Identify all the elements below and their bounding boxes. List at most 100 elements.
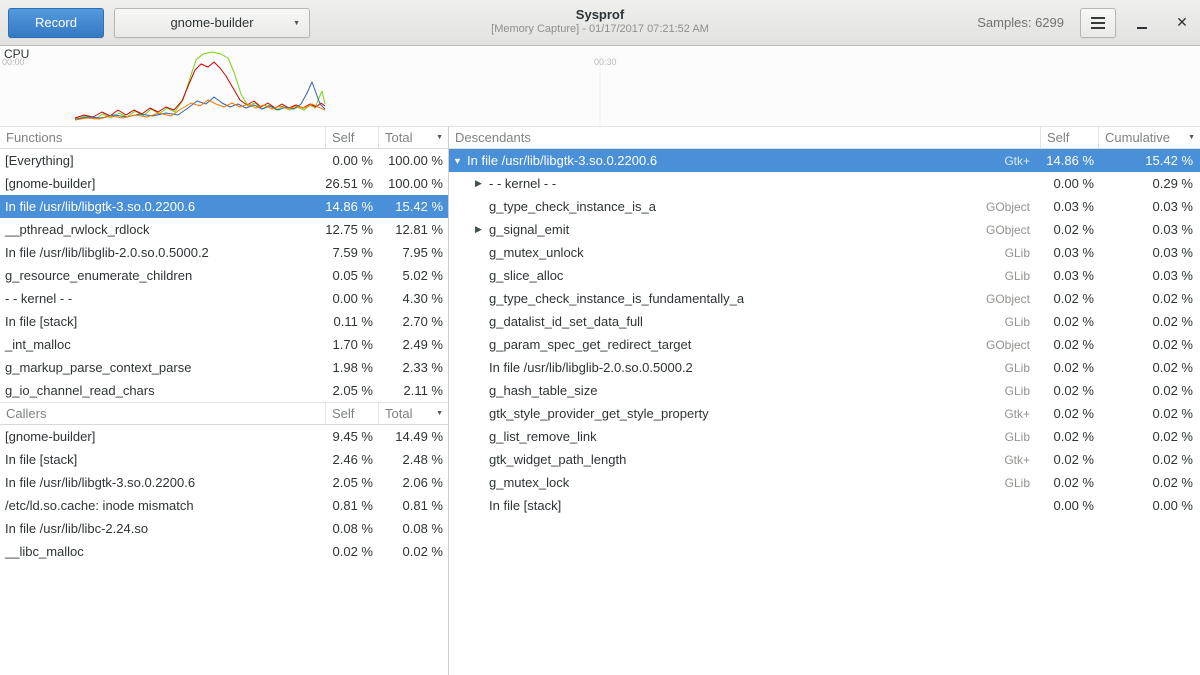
library-tag: GLib — [970, 246, 1040, 260]
close-button[interactable]: ✕ — [1172, 13, 1192, 33]
functions-row-selected[interactable]: In file /usr/lib/libgtk-3.so.0.2200.614.… — [0, 195, 448, 218]
library-tag: GObject — [970, 338, 1040, 352]
descendants-row[interactable]: g_mutex_unlockGLib0.03 %0.03 % — [449, 241, 1200, 264]
library-tag: GLib — [970, 476, 1040, 490]
descendants-row[interactable]: In file [stack]0.00 %0.00 % — [449, 494, 1200, 517]
descendants-column-header[interactable]: Descendants — [449, 127, 1040, 148]
library-tag: GObject — [970, 292, 1040, 306]
function-total: 12.81 % — [378, 222, 448, 237]
library-tag: Gtk+ — [970, 154, 1040, 168]
callers-row[interactable]: In file /usr/lib/libgtk-3.so.0.2200.62.0… — [0, 471, 448, 494]
minimize-button[interactable] — [1132, 13, 1152, 33]
descendants-row[interactable]: g_list_remove_linkGLib0.02 %0.02 % — [449, 425, 1200, 448]
descendants-row[interactable]: gtk_widget_path_lengthGtk+0.02 %0.02 % — [449, 448, 1200, 471]
cpu-timeline[interactable]: CPU 00:00 00:30 — [0, 46, 1200, 126]
descendants-row[interactable]: g_datalist_id_set_data_fullGLib0.02 %0.0… — [449, 310, 1200, 333]
caller-self: 0.08 % — [325, 521, 378, 536]
hamburger-menu-icon — [1091, 17, 1105, 29]
cumulative-column-label: Cumulative — [1105, 130, 1170, 145]
descendant-cumulative: 0.03 % — [1098, 268, 1200, 283]
samples-count: Samples: 6299 — [977, 15, 1064, 30]
functions-row[interactable]: In file [stack]0.11 %2.70 % — [0, 310, 448, 333]
expander-collapsed-icon[interactable]: ▶ — [475, 224, 489, 235]
callers-row[interactable]: __libc_malloc0.02 %0.02 % — [0, 540, 448, 563]
descendant-cumulative: 0.02 % — [1098, 314, 1200, 329]
callers-row[interactable]: In file [stack]2.46 %2.48 % — [0, 448, 448, 471]
window-controls: ✕ — [1132, 13, 1192, 33]
functions-row[interactable]: g_markup_parse_context_parse1.98 %2.33 % — [0, 356, 448, 379]
descendants-row[interactable]: g_slice_allocGLib0.03 %0.03 % — [449, 264, 1200, 287]
function-name: [Everything] — [0, 153, 325, 168]
descendant-self: 0.02 % — [1040, 429, 1098, 444]
functions-row[interactable]: _int_malloc1.70 %2.49 % — [0, 333, 448, 356]
descendants-cumulative-column-header[interactable]: Cumulative▼ — [1098, 127, 1200, 148]
descendants-row[interactable]: ▶- - kernel - -0.00 %0.29 % — [449, 172, 1200, 195]
callers-row[interactable]: [gnome-builder]9.45 %14.49 % — [0, 425, 448, 448]
process-selector-dropdown[interactable]: gnome-builder ▼ — [114, 8, 310, 38]
descendant-cumulative: 0.02 % — [1098, 406, 1200, 421]
descendants-self-column-header[interactable]: Self — [1040, 127, 1098, 148]
functions-row[interactable]: __pthread_rwlock_rdlock12.75 %12.81 % — [0, 218, 448, 241]
sort-arrow-icon: ▼ — [436, 134, 443, 141]
descendants-row[interactable]: g_param_spec_get_redirect_targetGObject0… — [449, 333, 1200, 356]
minimize-icon — [1137, 27, 1147, 29]
functions-column-header[interactable]: Functions — [0, 127, 325, 148]
callers-row[interactable]: In file /usr/lib/libc-2.24.so0.08 %0.08 … — [0, 517, 448, 540]
descendants-row[interactable]: g_type_check_instance_is_aGObject0.03 %0… — [449, 195, 1200, 218]
functions-row[interactable]: [gnome-builder]26.51 %100.00 % — [0, 172, 448, 195]
descendant-cumulative: 0.02 % — [1098, 360, 1200, 375]
functions-row[interactable]: In file /usr/lib/libglib-2.0.so.0.5000.2… — [0, 241, 448, 264]
functions-total-column-header[interactable]: Total▼ — [378, 127, 448, 148]
functions-row[interactable]: [Everything]0.00 %100.00 % — [0, 149, 448, 172]
record-button[interactable]: Record — [8, 8, 104, 38]
expander-expanded-icon[interactable]: ▼ — [453, 156, 467, 166]
tree-cell: g_datalist_id_set_data_full — [449, 314, 970, 329]
descendant-cumulative: 0.02 % — [1098, 291, 1200, 306]
descendants-row[interactable]: g_hash_table_sizeGLib0.02 %0.02 % — [449, 379, 1200, 402]
descendants-row-selected[interactable]: ▼In file /usr/lib/libgtk-3.so.0.2200.6Gt… — [449, 149, 1200, 172]
functions-row[interactable]: - - kernel - -0.00 %4.30 % — [0, 287, 448, 310]
callers-self-column-header[interactable]: Self — [325, 403, 378, 424]
caller-self: 0.02 % — [325, 544, 378, 559]
function-total: 2.11 % — [378, 383, 448, 398]
function-name: In file /usr/lib/libgtk-3.so.0.2200.6 — [0, 199, 325, 214]
function-total: 4.30 % — [378, 291, 448, 306]
menu-button[interactable] — [1080, 8, 1116, 38]
function-self: 0.00 % — [325, 291, 378, 306]
descendant-name: g_type_check_instance_is_a — [489, 199, 656, 214]
functions-row[interactable]: g_resource_enumerate_children0.05 %5.02 … — [0, 264, 448, 287]
descendants-row[interactable]: gtk_style_provider_get_style_propertyGtk… — [449, 402, 1200, 425]
function-total: 100.00 % — [378, 153, 448, 168]
callers-column-header[interactable]: Callers — [0, 403, 325, 424]
function-self: 0.05 % — [325, 268, 378, 283]
descendant-self: 0.02 % — [1040, 291, 1098, 306]
descendants-row[interactable]: In file /usr/lib/libglib-2.0.so.0.5000.2… — [449, 356, 1200, 379]
tree-cell: g_hash_table_size — [449, 383, 970, 398]
descendant-cumulative: 0.03 % — [1098, 222, 1200, 237]
function-total: 2.49 % — [378, 337, 448, 352]
cpu-series-3 — [75, 82, 325, 119]
descendants-row[interactable]: g_type_check_instance_is_fundamentally_a… — [449, 287, 1200, 310]
caller-name: In file [stack] — [0, 452, 325, 467]
descendant-name: gtk_widget_path_length — [489, 452, 626, 467]
caller-self: 2.05 % — [325, 475, 378, 490]
function-name: In file [stack] — [0, 314, 325, 329]
callers-total-column-header[interactable]: Total▼ — [378, 403, 448, 424]
library-tag: GLib — [970, 384, 1040, 398]
functions-row[interactable]: g_io_channel_read_chars2.05 %2.11 % — [0, 379, 448, 402]
right-pane: Descendants Self Cumulative▼ ▼In file /u… — [449, 126, 1200, 675]
functions-self-column-header[interactable]: Self — [325, 127, 378, 148]
caller-total: 0.81 % — [378, 498, 448, 513]
descendants-row[interactable]: ▶g_signal_emitGObject0.02 %0.03 % — [449, 218, 1200, 241]
descendants-row[interactable]: g_mutex_lockGLib0.02 %0.02 % — [449, 471, 1200, 494]
expander-collapsed-icon[interactable]: ▶ — [475, 178, 489, 189]
tree-cell: ▼In file /usr/lib/libgtk-3.so.0.2200.6 — [449, 153, 970, 168]
descendant-cumulative: 0.02 % — [1098, 337, 1200, 352]
descendant-name: g_slice_alloc — [489, 268, 563, 283]
function-name: g_resource_enumerate_children — [0, 268, 325, 283]
descendant-cumulative: 15.42 % — [1098, 153, 1200, 168]
descendant-self: 0.02 % — [1040, 222, 1098, 237]
tree-cell: In file /usr/lib/libglib-2.0.so.0.5000.2 — [449, 360, 970, 375]
callers-row[interactable]: /etc/ld.so.cache: inode mismatch0.81 %0.… — [0, 494, 448, 517]
time-tick-mid: 00:30 — [594, 57, 617, 67]
